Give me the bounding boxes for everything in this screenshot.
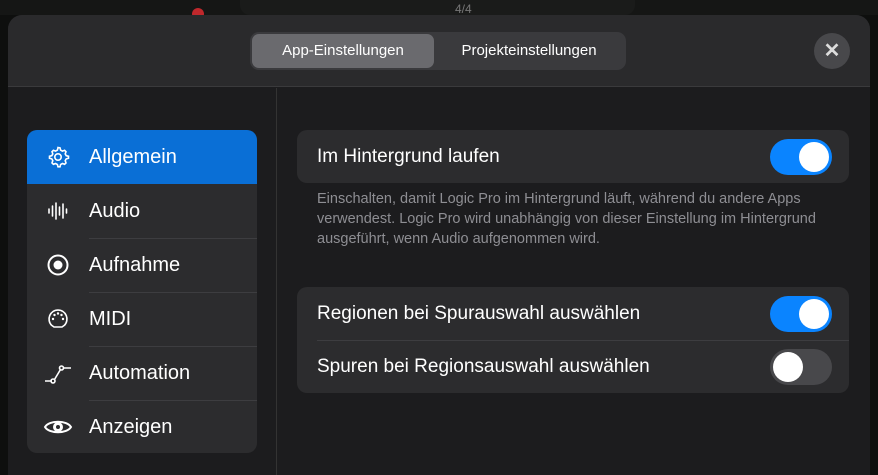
sidebar-item-audio[interactable]: Audio (27, 184, 257, 238)
dialog-header: App-Einstellungen Projekteinstellungen ✕ (8, 15, 870, 87)
sidebar-item-automation[interactable]: Automation (27, 346, 257, 400)
settings-dialog: App-Einstellungen Projekteinstellungen ✕… (8, 15, 870, 475)
setting-label: Regionen bei Spurauswahl auswählen (317, 302, 641, 324)
close-button[interactable]: ✕ (814, 33, 850, 69)
sidebar-item-label: MIDI (89, 307, 132, 330)
select-tracks-toggle[interactable] (770, 348, 832, 385)
sidebar-item-aufnahme[interactable]: Aufnahme (27, 238, 257, 292)
select-regions-toggle[interactable] (770, 295, 832, 332)
setting-label: Spuren bei Regionsauswahl auswählen (317, 355, 650, 377)
sidebar-item-label: Anzeigen (89, 415, 173, 438)
setting-description: Einschalten, damit Logic Pro im Hintergr… (317, 191, 816, 247)
background-toolbar: 4/4 (0, 0, 878, 20)
sidebar: Allgemein Audio Aufnahme MIDI Automation… (27, 130, 257, 453)
record-icon (27, 253, 89, 277)
time-signature: 4/4 (455, 2, 472, 16)
tab-app-settings[interactable]: App-Einstellungen (252, 34, 434, 68)
gear-icon (27, 145, 89, 169)
settings-segmented-control: App-Einstellungen Projekteinstellungen (250, 32, 626, 70)
setting-row-tracks: Spuren bei Regionsauswahl auswählen (297, 340, 849, 393)
sidebar-item-anzeigen[interactable]: Anzeigen (27, 400, 257, 453)
sidebar-item-midi[interactable]: MIDI (27, 292, 257, 346)
background-toggle[interactable] (770, 138, 832, 175)
waveform-icon (27, 199, 89, 223)
setting-row-background: Im Hintergrund laufen (297, 130, 849, 183)
background-settings-group: Im Hintergrund laufen (297, 130, 849, 183)
sidebar-item-label: Automation (89, 361, 191, 384)
setting-row-regions: Regionen bei Spurauswahl auswählen (297, 287, 849, 340)
close-icon: ✕ (823, 40, 841, 62)
midi-port-icon (27, 307, 89, 331)
selection-settings-group: Regionen bei Spurauswahl auswählen Spure… (297, 287, 849, 393)
automation-icon (27, 361, 89, 385)
setting-label: Im Hintergrund laufen (317, 145, 500, 167)
tab-project-settings[interactable]: Projekteinstellungen (434, 34, 624, 68)
sidebar-item-allgemein[interactable]: Allgemein (27, 130, 257, 184)
sidebar-item-label: Allgemein (89, 145, 177, 168)
lcd-display (240, 0, 635, 15)
eye-icon (27, 416, 89, 438)
pane-divider (276, 88, 277, 475)
sidebar-item-label: Aufnahme (89, 253, 181, 276)
sidebar-item-label: Audio (89, 199, 141, 222)
